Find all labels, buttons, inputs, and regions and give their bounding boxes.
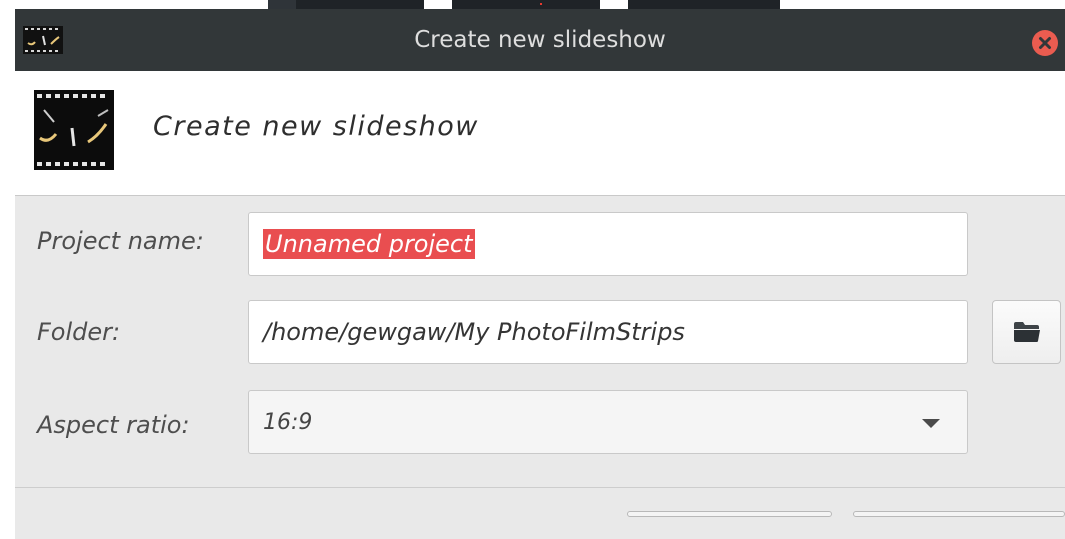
browse-folder-button[interactable] [992,300,1061,364]
dialog-heading: Create new slideshow [153,111,479,142]
aspect-ratio-select[interactable]: 16:9 [248,390,968,454]
project-name-value: Unnamed project [263,229,475,259]
filmstrip-icon [34,90,114,170]
aspect-ratio-value: 16:9 [263,410,313,435]
dialog-window: Create new slideshow Create new slidesho… [15,9,1065,539]
background-tab [452,0,600,9]
footer-divider [15,487,1065,488]
chevron-down-icon [922,419,940,428]
folder-open-icon [1014,322,1040,342]
background-tab [296,0,424,9]
folder-value: /home/gewgaw/My PhotoFilmStrips [263,318,685,346]
dialog-header: Create new slideshow [15,71,1065,196]
background-tab [628,0,780,9]
close-button[interactable] [1032,30,1058,56]
close-icon [1039,37,1051,49]
folder-label: Folder: [37,318,121,346]
background-dot [540,3,542,5]
window-title: Create new slideshow [414,27,666,53]
ok-button[interactable] [853,511,1065,517]
aspect-ratio-label: Aspect ratio: [37,411,190,439]
project-name-label: Project name: [37,227,204,255]
background-tab [268,0,296,9]
cancel-button[interactable] [627,511,832,517]
project-name-input[interactable]: Unnamed project [248,212,968,276]
titlebar[interactable]: Create new slideshow [15,9,1065,71]
folder-input[interactable]: /home/gewgaw/My PhotoFilmStrips [248,300,968,364]
